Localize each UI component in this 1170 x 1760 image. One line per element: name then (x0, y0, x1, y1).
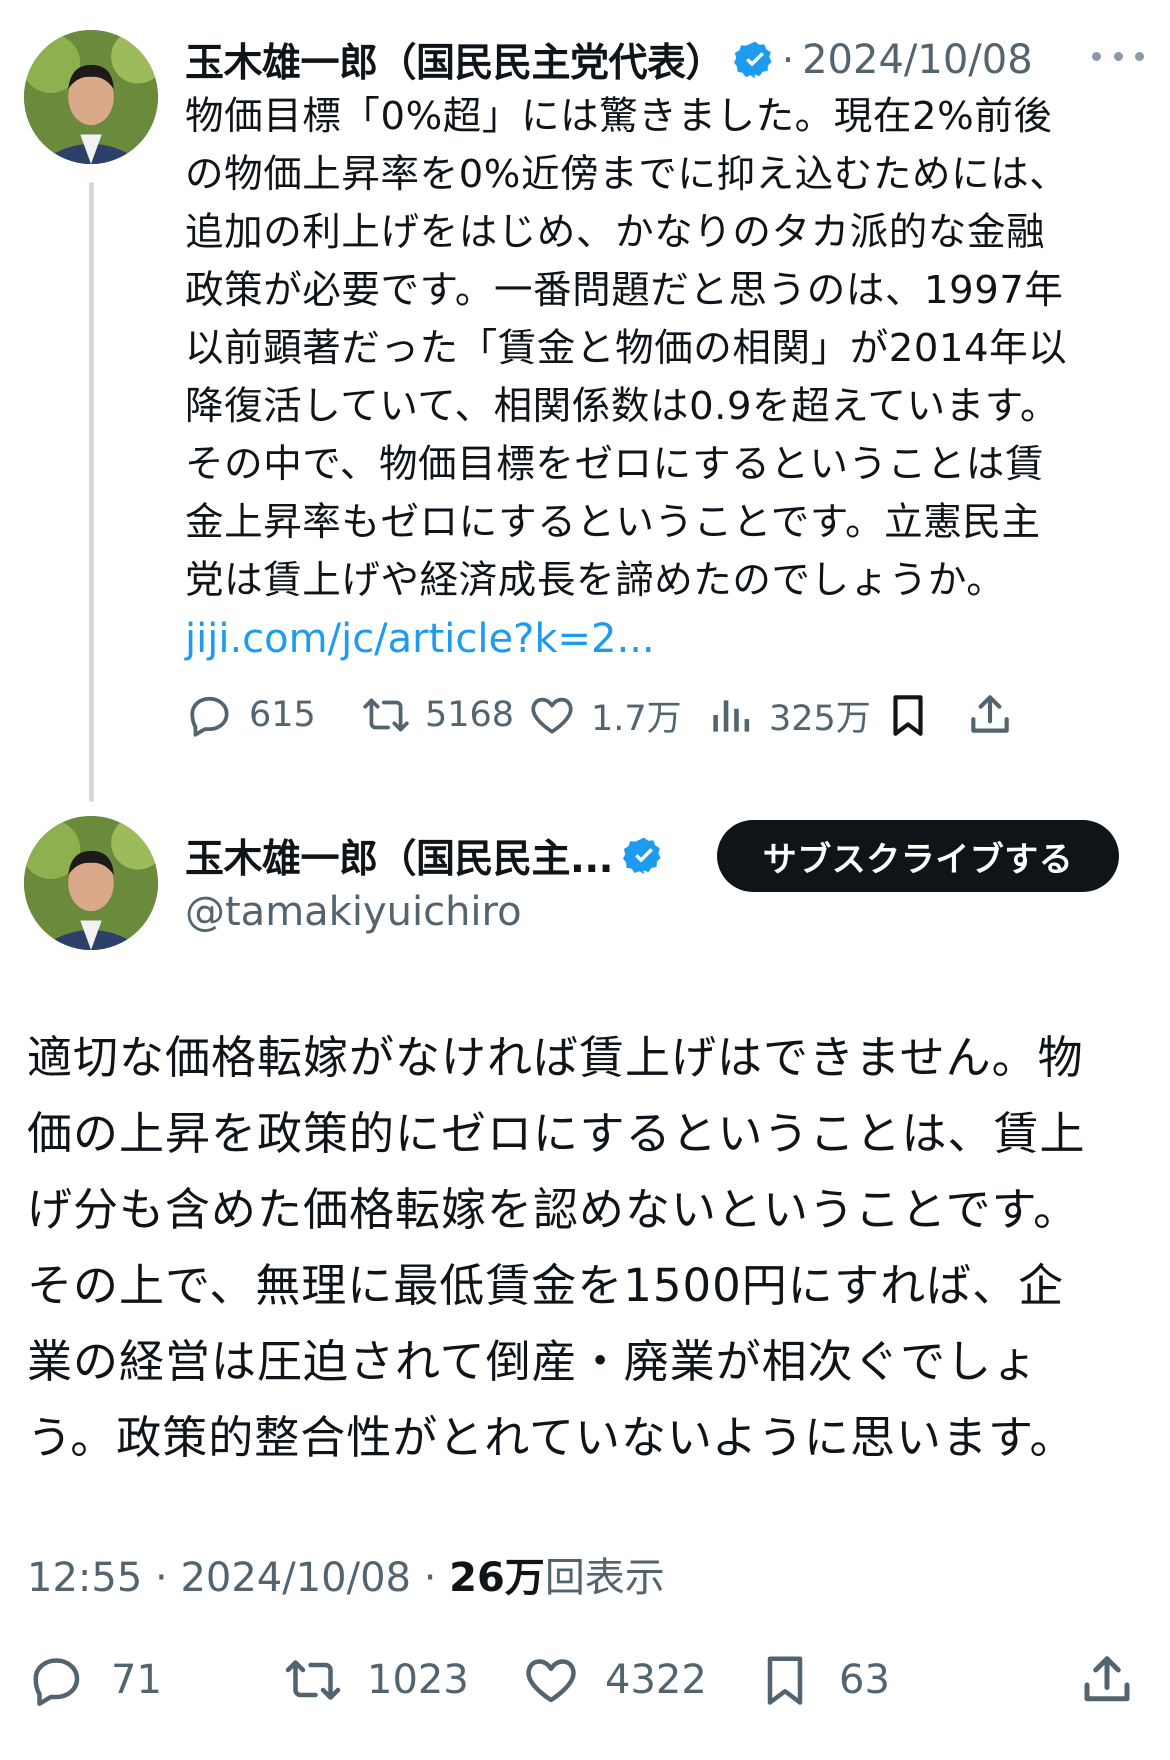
share-icon (965, 690, 1015, 740)
parent-header: 玉木雄一郎（国民民主党代表） · 2024/10/08 (185, 30, 1033, 90)
text-line: 以前顕著だった「賃金と物価の相関」が2014年以 (185, 326, 1068, 371)
parent-avatar[interactable] (24, 30, 158, 164)
thread-line (89, 182, 94, 802)
bookmark-icon (755, 1650, 815, 1710)
text-line: 業の経営は圧迫されて倒産・廃業が相次ぐでしょ (27, 1335, 1039, 1388)
text-line: 金上昇率もゼロにするということです。立憲民主 (185, 500, 1041, 545)
reply-count: 71 (111, 1657, 162, 1703)
bookmark-icon (883, 690, 933, 740)
retweet-count: 5168 (425, 695, 515, 735)
tweet-time[interactable]: 12:55 (27, 1555, 142, 1601)
retweet-button[interactable]: 5168 (361, 680, 514, 750)
retweet-icon (283, 1650, 343, 1710)
parent-author-name[interactable]: 玉木雄一郎（国民民主党代表） (185, 32, 725, 88)
text-line: 価の上昇を政策的にゼロにするということは、賃上 (27, 1107, 1086, 1160)
retweet-count: 1023 (367, 1657, 469, 1703)
text-line: 政策が必要です。一番問題だと思うのは、1997年 (185, 268, 1064, 313)
subscribe-button[interactable]: サブスクライブする (717, 820, 1119, 892)
view-suffix: 回表示 (544, 1555, 665, 1601)
text-line: 物価目標「0%超」には驚きました。現在2%前後 (185, 94, 1053, 139)
text-line: げ分も含めた価格転嫁を認めないということです。 (27, 1183, 1080, 1236)
like-count: 1.7万 (591, 698, 682, 739)
verified-badge-icon (622, 835, 665, 877)
meta-separator: · (410, 1555, 450, 1601)
parent-tweet-text: 物価目標「0%超」には驚きました。現在2%前後 の物価上昇率を0%近傍までに抑え… (185, 88, 1135, 610)
verified-badge-icon (734, 39, 776, 81)
reply-icon (27, 1650, 87, 1710)
like-button[interactable]: 1.7万 (527, 680, 682, 750)
text-line: その中で、物価目標をゼロにするということは賃 (185, 442, 1045, 487)
view-count: 26万 (449, 1555, 545, 1601)
text-line: 追加の利上げをはじめ、かなりのタカ派的な金融 (185, 210, 1046, 255)
tweet-meta: 12:55 · 2024/10/08 · 26万回表示 (27, 1548, 665, 1608)
views-count: 325万 (769, 698, 871, 739)
main-action-bar: 71 1023 4322 63 (27, 1642, 1147, 1718)
main-author-name[interactable]: 玉木雄一郎（国民民主... (185, 828, 613, 884)
parent-date[interactable]: 2024/10/08 (802, 37, 1033, 83)
more-icon[interactable] (1092, 36, 1144, 76)
like-count: 4322 (605, 1657, 707, 1703)
reply-icon (185, 690, 235, 740)
reply-count: 615 (249, 695, 316, 735)
share-button[interactable] (965, 680, 1015, 750)
views-button[interactable]: 325万 (705, 680, 871, 750)
heart-icon (521, 1650, 581, 1710)
bookmark-count: 63 (839, 1657, 890, 1703)
header-separator: · (782, 38, 795, 82)
views-icon (705, 690, 755, 740)
reply-button[interactable]: 71 (27, 1642, 162, 1718)
main-tweet-text: 適切な価格転嫁がなければ賃上げはできません。物 価の上昇を政策的にゼロにするとい… (27, 1020, 1147, 1476)
text-line: の物価上昇率を0%近傍までに抑え込むためには、 (185, 152, 1069, 197)
parent-action-bar: 615 5168 1.7万 325万 (185, 680, 1135, 750)
text-line: 党は賃上げや経済成長を諦めたのでしょうか。 (185, 558, 1006, 603)
text-line: う。政策的整合性がとれていないように思います。 (27, 1411, 1076, 1464)
text-line: 適切な価格転嫁がなければ賃上げはできません。物 (27, 1031, 1084, 1084)
share-button[interactable] (1077, 1642, 1137, 1718)
article-link[interactable]: jiji.com/jc/article?k=2... (185, 610, 655, 668)
heart-icon (527, 690, 577, 740)
main-header: 玉木雄一郎（国民民主... (185, 826, 665, 886)
retweet-icon (361, 690, 411, 740)
bookmark-button[interactable]: 63 (755, 1642, 890, 1718)
like-button[interactable]: 4322 (521, 1642, 707, 1718)
main-avatar[interactable] (24, 816, 158, 950)
tweet-date[interactable]: 2024/10/08 (180, 1555, 411, 1601)
reply-button[interactable]: 615 (185, 680, 316, 750)
meta-separator: · (142, 1555, 181, 1601)
text-line: その上で、無理に最低賃金を1500円にすれば、企 (27, 1259, 1065, 1312)
retweet-button[interactable]: 1023 (283, 1642, 469, 1718)
text-line: 降復活していて、相関係数は0.9を超えています。 (185, 384, 1060, 429)
share-icon (1077, 1650, 1137, 1710)
bookmark-button[interactable] (883, 680, 933, 750)
main-handle[interactable]: @tamakiyuichiro (185, 882, 522, 942)
